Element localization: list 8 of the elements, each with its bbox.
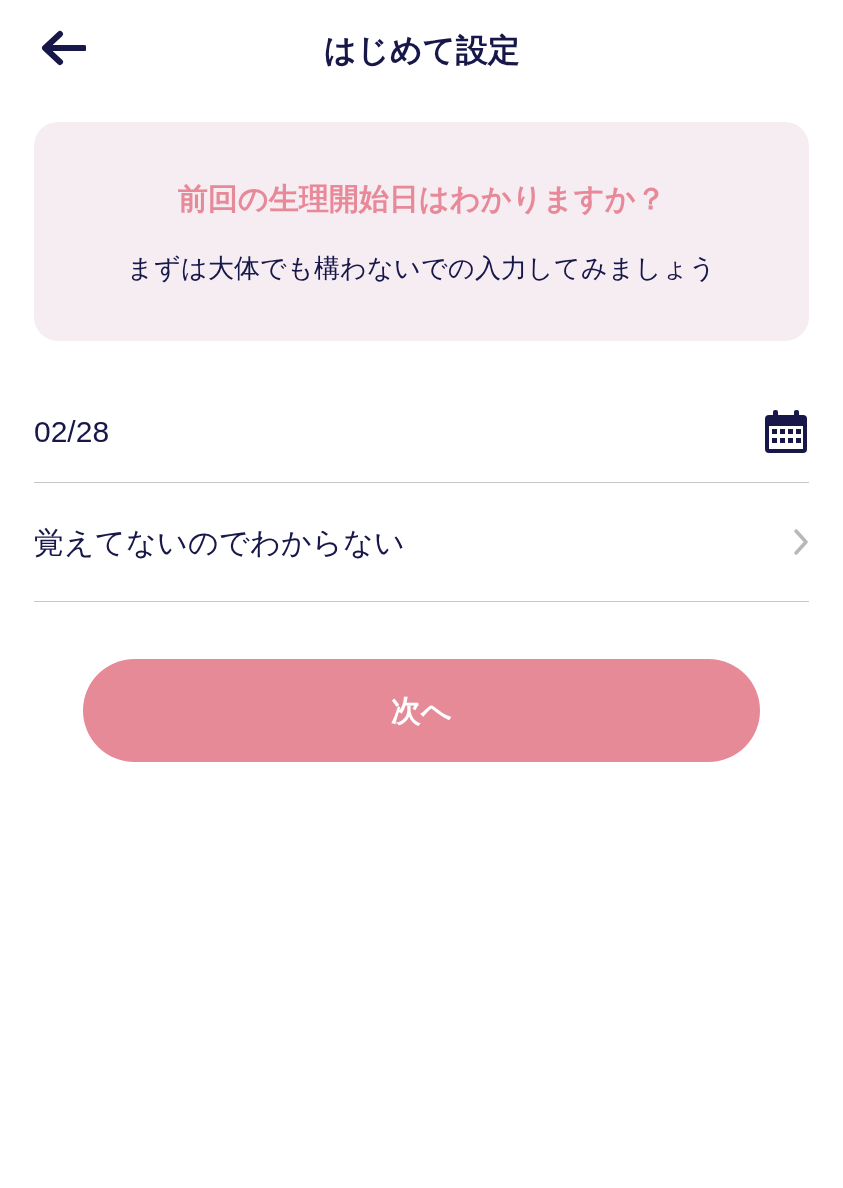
- hint-text: まずは大体でも構わないでの入力してみましょう: [127, 251, 716, 285]
- screen-title: はじめて設定: [323, 30, 520, 71]
- calendar-icon[interactable]: [763, 408, 809, 455]
- question-text: 前回の生理開始日はわかりますか？: [177, 179, 666, 218]
- date-field[interactable]: 02/28: [34, 381, 809, 483]
- date-value: 02/28: [34, 414, 110, 450]
- unknown-option-row[interactable]: 覚えてないのでわからない: [34, 483, 809, 602]
- chevron-right-icon: [793, 528, 809, 556]
